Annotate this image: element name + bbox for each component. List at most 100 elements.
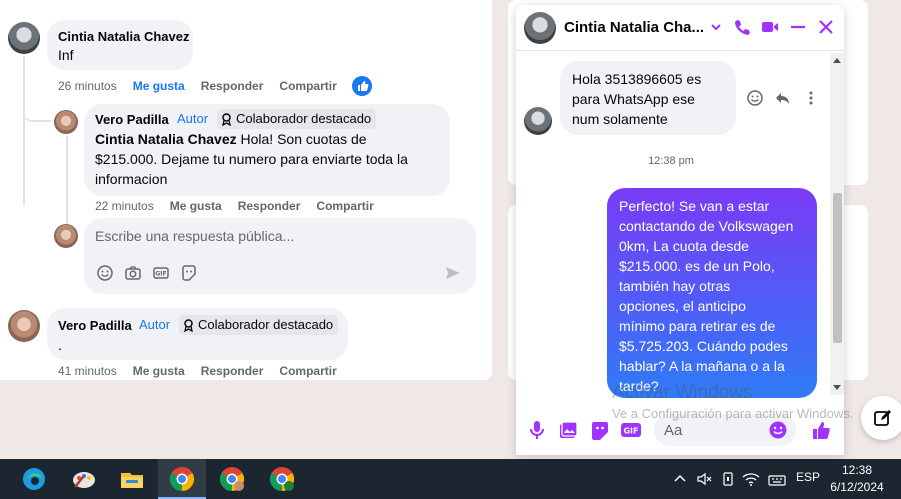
like-link[interactable]: Me gusta <box>133 79 185 93</box>
comment-author[interactable]: Cintia Natalia Chavez <box>58 29 190 44</box>
comment-feed: Cintia Natalia Chavez Inf 26 minutos Me … <box>0 0 492 380</box>
avatar-vero[interactable] <box>8 310 40 342</box>
thumbs-up-reaction-icon[interactable] <box>352 76 372 96</box>
thread-line <box>23 56 25 206</box>
message-line: opciones, el anticipo <box>619 298 746 314</box>
reply-box[interactable]: Escribe una respuesta pública... GIF <box>84 218 476 294</box>
minimize-icon[interactable] <box>788 17 808 37</box>
message-line: para WhatsApp ese <box>572 91 695 107</box>
emoji-icon[interactable] <box>768 420 788 440</box>
message-line: $215.000. es de un Polo, <box>619 258 775 274</box>
chat-scrollbar[interactable] <box>830 53 844 395</box>
svg-text:GIF: GIF <box>623 427 638 436</box>
comment-bubble-3: Vero Padilla Autor Colaborador destacado… <box>47 308 348 360</box>
clock-time: 12:38 <box>841 463 873 477</box>
send-icon[interactable] <box>444 264 462 282</box>
new-message-button[interactable] <box>861 396 901 440</box>
outgoing-message-text: Perfecto! Se van a estar contactando de … <box>619 196 813 396</box>
comment-time[interactable]: 41 minutos <box>58 364 117 378</box>
comment-text: Inf <box>58 47 74 63</box>
close-icon[interactable] <box>816 17 836 37</box>
share-link[interactable]: Compartir <box>316 199 373 213</box>
video-call-icon[interactable] <box>760 17 780 37</box>
scroll-down-arrow-icon[interactable] <box>833 385 841 391</box>
message-line: Perfecto! Se van a estar <box>619 198 770 214</box>
windows-activation-watermark: Activar Windows <box>612 382 753 403</box>
thread-line-branch <box>23 100 51 122</box>
emoji-icon[interactable] <box>96 264 114 282</box>
top-contributor-badge: Colaborador destacado <box>179 315 339 335</box>
comment-text-line: Hola! Son cuotas de <box>236 131 367 147</box>
chat-header: Cintia Natalia Cha... <box>516 5 844 51</box>
thread-line-reply <box>66 136 68 228</box>
avatar-cintia[interactable] <box>8 22 40 54</box>
edge-browser-icon[interactable] <box>20 465 48 493</box>
comment-text: . <box>58 337 62 353</box>
volume-muted-icon[interactable] <box>696 471 712 487</box>
gif-icon[interactable]: GIF <box>620 419 642 441</box>
comment-actions-2: 22 minutos Me gusta Responder Compartir <box>95 199 374 213</box>
message-line: Hola 3513896605 es <box>572 71 702 87</box>
chrome-profile-t-icon[interactable] <box>268 465 296 493</box>
scroll-up-arrow-icon[interactable] <box>833 57 841 63</box>
reply-link[interactable]: Responder <box>201 364 264 378</box>
like-link[interactable]: Me gusta <box>170 199 222 213</box>
reply-input[interactable]: Escribe una respuesta pública... <box>95 228 294 244</box>
badge-label: Colaborador destacado <box>236 111 372 126</box>
sender-avatar[interactable] <box>524 107 552 135</box>
chat-title[interactable]: Cintia Natalia Cha... <box>564 19 704 36</box>
share-link[interactable]: Compartir <box>279 364 336 378</box>
reply-link[interactable]: Responder <box>238 199 301 213</box>
message-line: hablar? A la mañana o a la <box>619 358 785 374</box>
sticker-icon[interactable] <box>589 419 611 441</box>
microphone-icon[interactable] <box>526 419 548 441</box>
wifi-icon[interactable] <box>742 471 760 487</box>
chrome-profile-icon[interactable] <box>218 465 246 493</box>
outgoing-message[interactable]: Perfecto! Se van a estar contactando de … <box>607 188 817 398</box>
incoming-message[interactable]: Hola 3513896605 es para WhatsApp ese num… <box>560 61 736 135</box>
comment-author[interactable]: Vero Padilla <box>58 318 132 333</box>
scrollbar-thumb[interactable] <box>833 193 842 343</box>
comment-author[interactable]: Vero Padilla <box>95 112 169 127</box>
share-link[interactable]: Compartir <box>279 79 336 93</box>
top-contributor-badge: Colaborador destacado <box>217 109 377 129</box>
chrome-icon[interactable] <box>168 465 196 493</box>
system-clock[interactable]: 12:38 6/12/2024 <box>822 462 892 496</box>
badge-icon <box>184 318 193 332</box>
message-line: también hay otras <box>619 278 731 294</box>
thumbs-up-icon[interactable] <box>810 419 832 441</box>
message-timestamp: 12:38 pm <box>648 155 694 167</box>
chevron-down-icon[interactable] <box>706 17 726 37</box>
gif-icon[interactable]: GIF <box>152 264 170 282</box>
chevron-up-icon[interactable] <box>673 472 687 486</box>
comment-text-line: informacion <box>95 171 168 187</box>
message-line: 0km, La cuota desde <box>619 238 749 254</box>
react-emoji-icon[interactable] <box>746 89 764 107</box>
comment-time[interactable]: 26 minutos <box>58 79 117 93</box>
compose-icon <box>874 410 891 426</box>
mention-link[interactable]: Cintia Natalia Chavez <box>95 131 237 147</box>
like-link[interactable]: Me gusta <box>133 364 185 378</box>
message-line: contactando de Volkswagen <box>619 218 794 234</box>
phone-icon[interactable] <box>732 17 752 37</box>
photo-icon[interactable] <box>557 419 579 441</box>
reply-arrow-icon[interactable] <box>774 89 792 107</box>
author-tag: Autor <box>139 317 171 332</box>
battery-plug-icon[interactable] <box>720 471 736 487</box>
reply-link[interactable]: Responder <box>201 79 264 93</box>
file-explorer-icon[interactable] <box>118 465 146 493</box>
sticker-icon[interactable] <box>180 264 198 282</box>
camera-icon[interactable] <box>124 264 142 282</box>
badge-icon <box>222 112 231 126</box>
more-options-icon[interactable] <box>802 89 820 107</box>
paint-app-icon[interactable] <box>70 465 98 493</box>
chat-avatar[interactable] <box>524 12 556 44</box>
avatar-vero[interactable] <box>54 110 78 134</box>
comment-actions-3: 41 minutos Me gusta Responder Compartir <box>58 364 337 378</box>
input-language[interactable]: ESP <box>796 470 820 484</box>
keyboard-pen-icon[interactable] <box>768 471 786 487</box>
reply-avatar[interactable] <box>54 224 78 248</box>
comment-time[interactable]: 22 minutos <box>95 199 154 213</box>
comment-text-line: $215.000. Dejame tu numero para enviarte… <box>95 151 408 167</box>
clock-date: 6/12/2024 <box>830 480 884 494</box>
